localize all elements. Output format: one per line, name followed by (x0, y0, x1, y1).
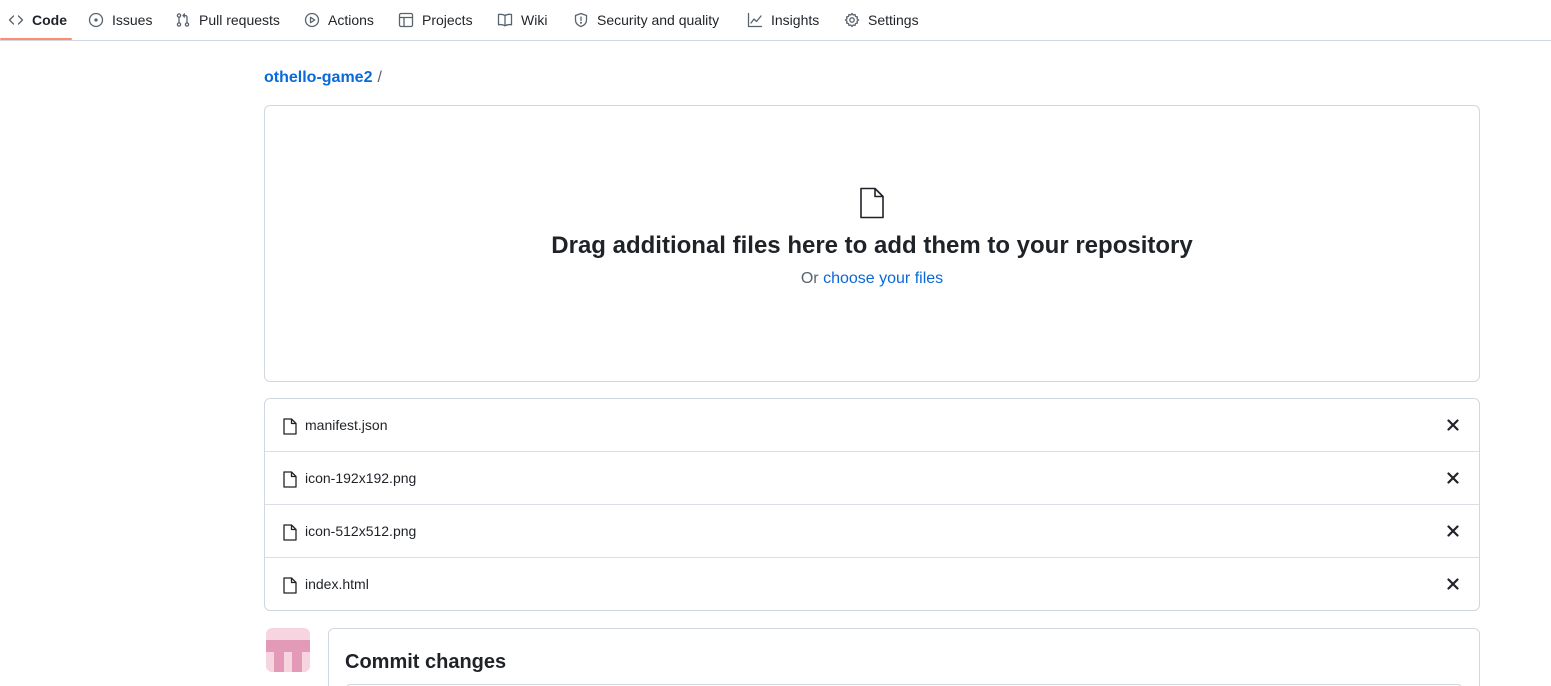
tab-wiki-label: Wiki (521, 12, 548, 28)
x-icon (1447, 472, 1459, 484)
issue-opened-icon (88, 12, 104, 28)
breadcrumb: othello-game2 / (264, 67, 382, 89)
choose-files-link[interactable]: choose your files (823, 270, 943, 287)
file-icon (283, 471, 297, 488)
tab-insights[interactable]: Insights (747, 0, 819, 40)
file-name: icon-512x512.png (305, 523, 417, 539)
active-tab-indicator (0, 38, 72, 40)
commit-changes-box: Commit changes (328, 628, 1480, 686)
git-pull-request-icon (176, 13, 190, 27)
tab-security[interactable]: Security and quality (573, 0, 719, 40)
drop-zone-prefix: Or (800, 270, 819, 287)
file-row: icon-512x512.png (265, 505, 1479, 558)
code-icon (8, 15, 24, 25)
tab-wiki[interactable]: Wiki (497, 0, 547, 40)
remove-file-button[interactable] (1443, 468, 1463, 488)
file-name: manifest.json (305, 417, 388, 433)
tab-settings-label: Settings (868, 12, 919, 28)
play-icon (304, 12, 320, 28)
avatar (266, 628, 310, 672)
gear-icon (844, 12, 860, 28)
file-icon (283, 418, 297, 435)
tab-security-label: Security and quality (597, 12, 720, 28)
tab-code-label: Code (32, 12, 67, 28)
drop-zone-subtitle: Or choose your files (265, 270, 1479, 288)
breadcrumb-separator: / (377, 69, 382, 86)
file-icon (283, 524, 297, 541)
tab-code[interactable]: Code (8, 0, 67, 40)
book-icon (497, 13, 513, 27)
file-icon (283, 577, 297, 594)
tab-issues[interactable]: Issues (88, 0, 152, 40)
tab-projects[interactable]: Projects (398, 0, 473, 40)
file-name: icon-192x192.png (305, 470, 417, 486)
shield-icon (574, 12, 588, 28)
tab-actions[interactable]: Actions (304, 0, 374, 40)
remove-file-button[interactable] (1443, 415, 1463, 435)
file-icon (858, 187, 886, 219)
file-name: index.html (305, 576, 369, 592)
x-icon (1447, 525, 1459, 537)
file-drop-zone[interactable]: Drag additional files here to add them t… (264, 105, 1480, 382)
remove-file-button[interactable] (1443, 521, 1463, 541)
tab-actions-label: Actions (328, 12, 374, 28)
x-icon (1447, 419, 1459, 431)
tab-settings[interactable]: Settings (844, 0, 919, 40)
tab-projects-label: Projects (422, 12, 473, 28)
tab-issues-label: Issues (112, 12, 153, 28)
file-row: manifest.json (265, 399, 1479, 452)
commit-title: Commit changes (345, 651, 507, 673)
tab-pull-requests[interactable]: Pull requests (175, 0, 280, 40)
graph-icon (747, 12, 763, 28)
file-row: index.html (265, 558, 1479, 610)
tab-pull-requests-label: Pull requests (199, 12, 280, 28)
uploaded-file-list: manifest.json icon-192x192.png icon-512x… (264, 398, 1480, 611)
table-icon (398, 12, 414, 28)
file-row: icon-192x192.png (265, 452, 1479, 505)
repo-nav: Code Issues Pull requests Actions Projec… (0, 0, 1551, 41)
tab-insights-label: Insights (771, 12, 820, 28)
repo-link[interactable]: othello-game2 (264, 69, 372, 87)
drop-zone-title: Drag additional files here to add them t… (551, 232, 1193, 259)
remove-file-button[interactable] (1443, 574, 1463, 594)
x-icon (1447, 578, 1459, 590)
